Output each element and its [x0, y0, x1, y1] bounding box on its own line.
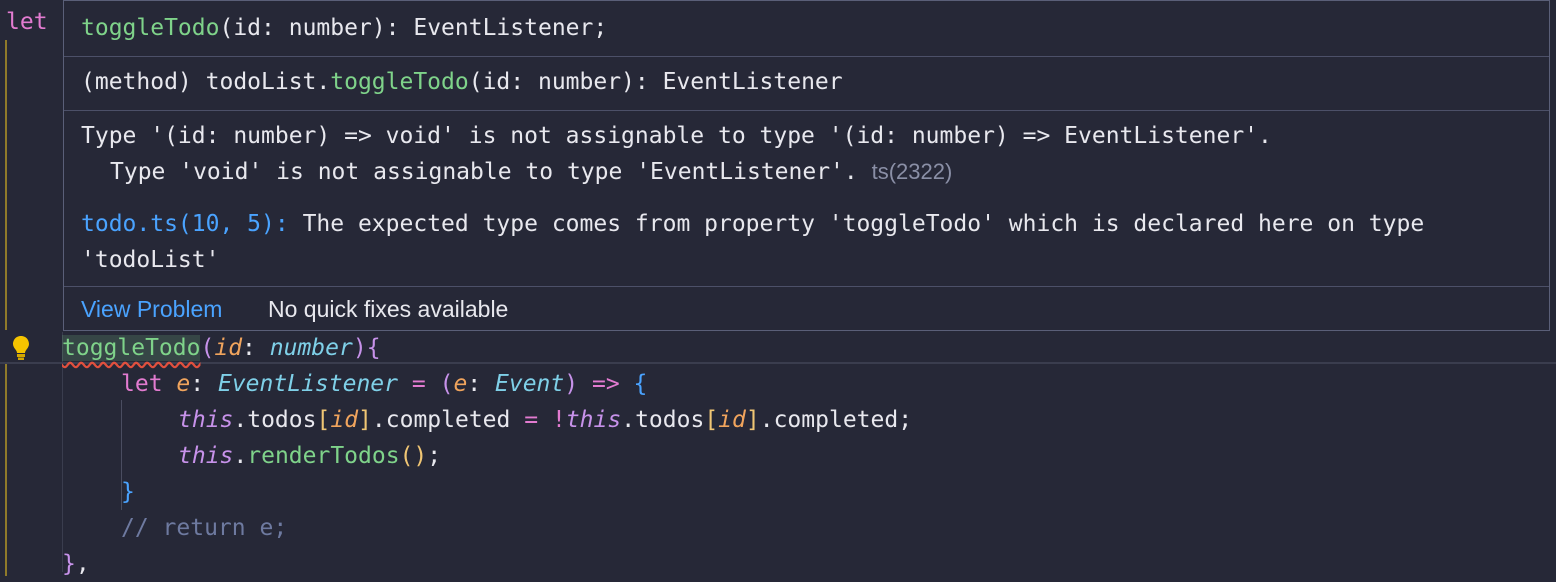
code-line-3: this.todos[id].completed = !this.todos[i… [178, 405, 912, 435]
this-keyword: this [178, 443, 234, 469]
param-id: id [214, 335, 243, 361]
arrow: => [591, 371, 620, 397]
related-info: todo.ts(10, 5): The expected type comes … [81, 211, 1424, 237]
fn-renderTodos: renderTodos [247, 443, 400, 469]
method-fn: toggleTodo [330, 69, 469, 95]
bracket: ] [745, 407, 760, 433]
related-info-link[interactable]: todo.ts(10, 5): [81, 211, 289, 237]
error-line-2: Type 'void' is not assignable to type 'E… [110, 159, 952, 185]
error-line-2-text: Type 'void' is not assignable to type 'E… [110, 159, 858, 185]
code-line-5: } [121, 477, 135, 507]
code-line-1: toggleTodo(id: number){ [62, 333, 381, 363]
this-keyword: this [178, 407, 234, 433]
related-info-cont: 'todoList' [81, 247, 220, 273]
function-name-toggleTodo[interactable]: toggleTodo [62, 335, 201, 361]
index-id: id [330, 407, 359, 433]
type-number: number [269, 335, 353, 361]
param-e: e [453, 371, 468, 397]
colon: : [242, 335, 256, 361]
view-problem-link[interactable]: View Problem [81, 296, 222, 323]
paren: ( [200, 335, 215, 361]
code-line-4: this.renderTodos(); [178, 441, 441, 471]
partial-let-keyword: let [6, 9, 48, 35]
this-keyword: this [565, 407, 622, 433]
prop-completed: .completed; [759, 407, 913, 433]
brace-open: { [366, 335, 381, 361]
paren-close: ) [352, 335, 367, 361]
comment: // return e; [121, 515, 288, 541]
actions-bar: View Problem No quick fixes available [64, 287, 1549, 331]
bracket-guide-lower [5, 362, 7, 576]
bracket-guide [5, 40, 7, 330]
indent-guide-outer [62, 332, 63, 572]
parens: () [399, 443, 428, 469]
colon: : [190, 371, 205, 397]
brace-close: } [121, 479, 135, 505]
prop-todos: .todos [233, 407, 317, 433]
related-info-text: The expected type comes from property 't… [288, 211, 1425, 237]
prop-todos: .todos [621, 407, 705, 433]
no-quick-fixes-label: No quick fixes available [268, 296, 509, 322]
comma: , [75, 551, 90, 577]
dot: . [233, 443, 248, 469]
signature-section: toggleTodo(id: number): EventListener; [64, 1, 1549, 57]
signature-fn: toggleTodo [81, 15, 220, 41]
let-keyword: let [121, 371, 163, 397]
brace-close: } [62, 551, 76, 577]
semicolon: ; [427, 443, 442, 469]
method-section: (method) todoList.toggleTodo(id: number)… [64, 57, 1549, 111]
bracket: [ [316, 407, 331, 433]
signature-rest: (id: number): EventListener; [219, 15, 608, 41]
error-section: Type '(id: number) => void' is not assig… [64, 111, 1549, 287]
code-line-7: }, [62, 549, 90, 579]
error-code: ts(2322) [871, 159, 953, 184]
code-line-6: // return e; [121, 513, 287, 543]
error-line-1: Type '(id: number) => void' is not assig… [81, 123, 1272, 149]
type-event: Event [495, 371, 565, 397]
code-line-2: let e: EventListener = (e: Event) => { [121, 369, 647, 399]
var-e: e [176, 371, 191, 397]
equals: = [524, 407, 539, 433]
prop-completed: .completed [371, 407, 511, 433]
lightbulb-icon[interactable] [12, 335, 30, 361]
hover-popup[interactable]: toggleTodo(id: number): EventListener; (… [63, 0, 1550, 331]
equals: = [411, 371, 426, 397]
method-prefix: (method) todoList. [81, 69, 331, 95]
brace-open: { [633, 371, 648, 397]
type-eventlistener: EventListener [217, 371, 398, 397]
bracket: [ [704, 407, 719, 433]
paren-close: ) [564, 371, 579, 397]
method-rest: (id: number): EventListener [468, 69, 843, 95]
not-op: ! [551, 407, 566, 433]
paren: ( [439, 371, 454, 397]
index-id: id [718, 407, 746, 433]
bracket: ] [358, 407, 372, 433]
colon: : [467, 371, 482, 397]
